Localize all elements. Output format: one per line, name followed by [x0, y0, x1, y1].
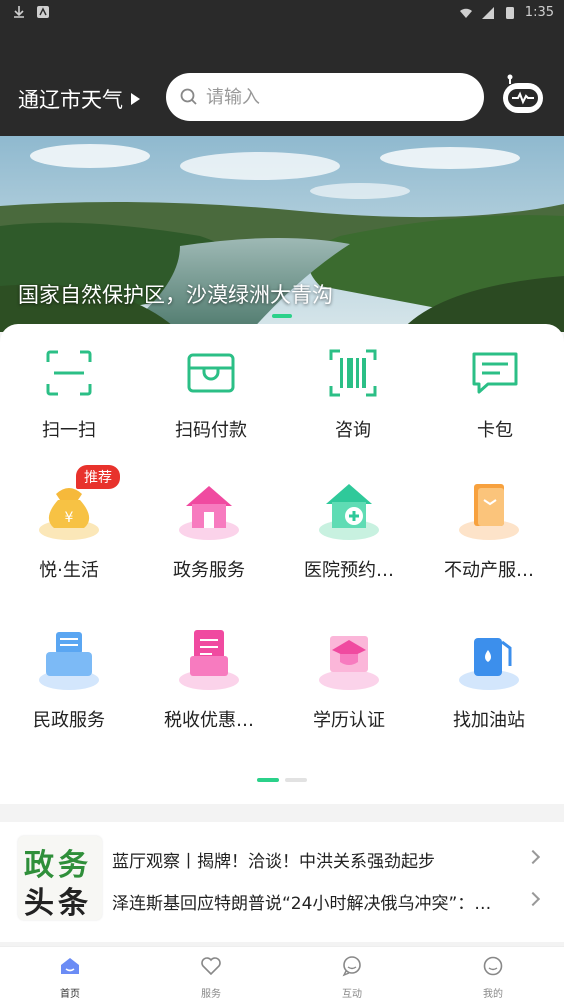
chat-bubble-icon	[342, 956, 361, 977]
svg-text:¥: ¥	[65, 510, 74, 526]
battery-icon	[505, 6, 514, 19]
pay-code-button[interactable]: 扫码付款	[156, 348, 266, 442]
graduation-cap-icon	[319, 636, 379, 690]
service-education-label: 学历认证	[313, 710, 385, 731]
status-time: 1:35	[524, 5, 554, 20]
news-logo: 政务 头条	[18, 836, 102, 921]
wifi-icon	[459, 8, 472, 18]
status-bar: 1:35	[0, 0, 564, 26]
tab-services[interactable]: 服务	[171, 955, 251, 1000]
services-pager	[257, 778, 307, 782]
search-bar[interactable]	[166, 73, 484, 121]
service-life-label: 悦·生活	[39, 560, 99, 581]
play-arrow-icon	[131, 93, 140, 105]
service-civil-affairs-label: 民政服务	[33, 710, 105, 731]
wallet-icon	[187, 353, 235, 393]
tab-home-label: 首页	[60, 989, 80, 1000]
news-section: 政务 头条 蓝厅观察丨揭牌！洽谈！中洪关系强劲起步 泽连斯基回应特朗普说“24小…	[0, 822, 564, 942]
tab-interaction[interactable]: 互动	[312, 955, 392, 1000]
service-gas-station[interactable]: 找加油站	[424, 624, 554, 732]
robot-assistant-icon[interactable]	[500, 72, 546, 118]
signal-icon	[481, 6, 494, 19]
tab-home[interactable]: 首页	[30, 955, 110, 1000]
banner-indicator	[272, 314, 292, 318]
tax-document-icon	[179, 630, 239, 690]
pay-code-label: 扫码付款	[175, 420, 247, 441]
tab-mine[interactable]: 我的	[453, 955, 533, 1000]
search-input[interactable]	[206, 86, 456, 108]
home-icon	[61, 958, 79, 974]
gas-station-icon	[459, 638, 519, 690]
tab-mine-label: 我的	[483, 989, 503, 1000]
service-real-estate[interactable]: 不动产服…	[424, 474, 554, 582]
service-gas-station-label: 找加油站	[453, 710, 525, 731]
news-item-2[interactable]: 泽连斯基回应特朗普说“24小时解决俄乌冲突”：…	[112, 889, 524, 914]
service-life[interactable]: ¥ 悦·生活	[4, 474, 134, 582]
scan-icon	[46, 350, 92, 396]
smiley-icon	[483, 956, 503, 976]
service-government-label: 政务服务	[173, 560, 245, 581]
consult-label: 咨询	[335, 420, 371, 441]
pager-dot-active	[257, 778, 279, 782]
service-education[interactable]: 学历认证	[284, 624, 414, 732]
recommend-badge: 推荐	[76, 465, 120, 489]
service-tax[interactable]: 税收优惠…	[144, 624, 274, 732]
barcode-scan-icon	[329, 349, 377, 397]
tab-services-label: 服务	[201, 989, 221, 1000]
banner-carousel[interactable]: 国家自然保护区，沙漠绿洲大青沟	[0, 136, 564, 332]
scan-label: 扫一扫	[42, 420, 96, 441]
services-card: 扫一扫 扫码付款 咨询 卡包 ¥ 悦·生活 推荐 政务服务 医院预约… 不动产服…	[0, 324, 564, 804]
civil-affairs-icon	[39, 632, 99, 690]
weather-button[interactable]: 通辽市天气	[18, 84, 140, 114]
download-icon	[14, 6, 24, 18]
service-tax-label: 税收优惠…	[164, 710, 254, 731]
search-icon	[180, 88, 197, 105]
heart-icon	[201, 957, 221, 976]
notification-icon	[37, 6, 49, 18]
weather-label: 通辽市天气	[18, 88, 123, 112]
card-wallet-button[interactable]: 卡包	[440, 348, 550, 442]
message-card-icon	[472, 352, 518, 394]
service-real-estate-label: 不动产服…	[444, 560, 534, 581]
scan-button[interactable]: 扫一扫	[14, 348, 124, 442]
banner-caption: 国家自然保护区，沙漠绿洲大青沟	[18, 283, 333, 307]
chevron-right-icon[interactable]	[525, 891, 541, 907]
consult-button[interactable]: 咨询	[298, 348, 408, 442]
top-header: 通辽市天气	[0, 26, 564, 136]
service-government[interactable]: 政务服务	[144, 474, 274, 582]
service-civil-affairs[interactable]: 民政服务	[4, 624, 134, 732]
news-item-1[interactable]: 蓝厅观察丨揭牌！洽谈！中洪关系强劲起步	[112, 847, 532, 872]
hospital-icon	[319, 484, 379, 540]
bottom-tab-bar: 首页 服务 互动 我的	[0, 946, 564, 1002]
tab-interaction-label: 互动	[342, 989, 362, 1000]
service-hospital-label: 医院预约…	[304, 560, 394, 581]
service-hospital[interactable]: 医院预约…	[284, 474, 414, 582]
news-logo-line2: 头条	[24, 886, 92, 921]
card-wallet-label: 卡包	[477, 420, 513, 441]
real-estate-icon	[459, 484, 519, 540]
government-house-icon	[179, 486, 239, 540]
pager-dot	[285, 778, 307, 782]
